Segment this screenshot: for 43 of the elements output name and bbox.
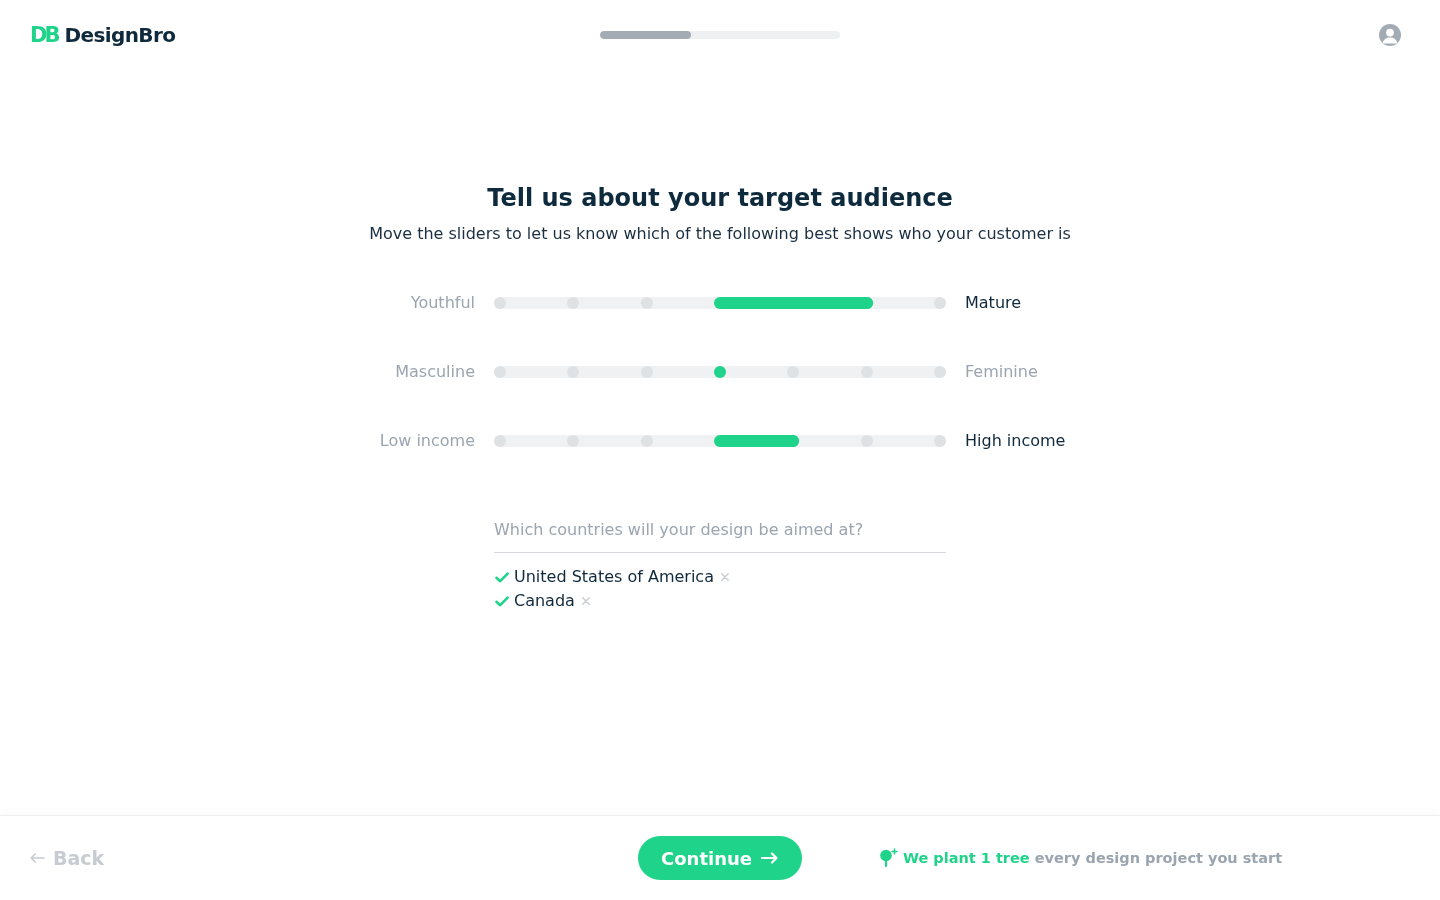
tree-planting-note: We plant 1 tree every design project you start [903, 850, 1283, 866]
slider-left-label: Low income [379, 430, 475, 452]
stop-dot-icon [494, 435, 506, 447]
back-button[interactable]: Back [30, 847, 105, 869]
remove-icon[interactable] [581, 597, 590, 605]
slider-right-label: Mature [965, 292, 1022, 314]
stop-dot-icon [787, 366, 800, 378]
continue-button[interactable]: Continue [638, 836, 802, 880]
stop-dot-icon [860, 366, 873, 378]
slider-thumb[interactable] [714, 366, 726, 378]
country-name: Canada [514, 590, 575, 612]
slider-left-label: Masculine [395, 361, 475, 383]
slider-right-label: High income [965, 430, 1066, 452]
slider-track[interactable] [494, 297, 946, 309]
page-title: Tell us about your target audience [487, 183, 953, 214]
slider-track[interactable] [494, 366, 946, 378]
stop-dot-icon [640, 366, 653, 378]
stop-dot-icon [494, 366, 506, 378]
user-avatar-icon[interactable] [1379, 24, 1401, 46]
arrow-right-icon [761, 852, 778, 864]
country-name: United States of America [514, 566, 714, 588]
page-subtitle: Move the sliders to let us know which of the following best shows who your customer is [369, 223, 1071, 245]
stop-dot-icon [640, 435, 653, 447]
check-icon [495, 595, 509, 607]
remove-icon[interactable] [720, 573, 729, 581]
slider-left-label: Youthful [410, 292, 475, 314]
stop-dot-icon [567, 366, 580, 378]
arrow-left-icon [30, 853, 45, 863]
stop-dot-icon [567, 435, 580, 447]
tree-icon [878, 848, 898, 868]
stop-dot-icon [494, 297, 506, 309]
stop-dot-icon [934, 297, 946, 309]
stop-dot-icon [934, 366, 946, 378]
stop-dot-icon [567, 297, 580, 309]
slider-right-label: Feminine [965, 361, 1038, 383]
stop-dot-icon [640, 297, 653, 309]
logo-name: DesignBro [64, 25, 176, 45]
slider-track[interactable] [494, 435, 946, 447]
logo-mark: DB [30, 24, 58, 46]
country-search-field[interactable]: Which countries will your design be aimed at? [494, 513, 946, 553]
stop-dot-icon [860, 435, 873, 447]
stop-dot-icon [934, 435, 946, 447]
check-icon [495, 571, 509, 583]
